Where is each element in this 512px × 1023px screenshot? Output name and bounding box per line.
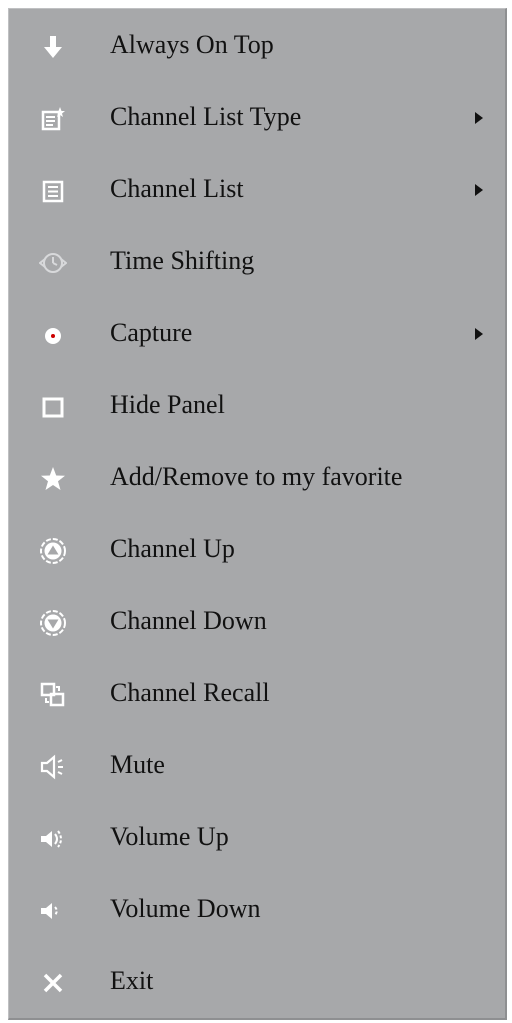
- close-icon: [39, 969, 67, 997]
- menu-item-channel-up[interactable]: Channel Up: [9, 513, 505, 585]
- menu-item-channel-recall[interactable]: Channel Recall: [9, 657, 505, 729]
- menu-item-label: Capture: [110, 318, 193, 347]
- recall-icon: [39, 681, 67, 709]
- list-type-icon: [39, 105, 67, 133]
- context-menu: Always On Top Channel List Type Channel …: [8, 8, 507, 1020]
- menu-item-label: Time Shifting: [110, 246, 255, 275]
- menu-item-volume-up[interactable]: Volume Up: [9, 801, 505, 873]
- menu-item-label: Exit: [110, 966, 154, 995]
- submenu-arrow-icon: [475, 184, 483, 196]
- list-icon: [39, 177, 67, 205]
- up-circle-icon: [39, 537, 67, 565]
- menu-item-channel-list[interactable]: Channel List: [9, 153, 505, 225]
- volume-up-icon: [39, 825, 67, 853]
- submenu-arrow-icon: [475, 112, 483, 124]
- panel-icon: [39, 393, 67, 421]
- menu-item-label: Volume Up: [110, 822, 229, 851]
- menu-item-label: Always On Top: [110, 30, 274, 59]
- menu-item-exit[interactable]: Exit: [9, 945, 505, 1017]
- time-shift-icon: [39, 249, 67, 277]
- star-icon: [39, 465, 67, 493]
- menu-item-channel-down[interactable]: Channel Down: [9, 585, 505, 657]
- menu-item-favorite[interactable]: Add/Remove to my favorite: [9, 441, 505, 513]
- menu-item-volume-down[interactable]: Volume Down: [9, 873, 505, 945]
- menu-item-always-on-top[interactable]: Always On Top: [9, 9, 505, 81]
- menu-item-label: Channel List: [110, 174, 244, 203]
- menu-item-label: Mute: [110, 750, 165, 779]
- menu-item-label: Channel Up: [110, 534, 235, 563]
- menu-item-label: Hide Panel: [110, 390, 225, 419]
- menu-item-label: Channel Down: [110, 606, 267, 635]
- menu-item-mute[interactable]: Mute: [9, 729, 505, 801]
- down-circle-icon: [39, 609, 67, 637]
- menu-item-label: Channel List Type: [110, 102, 302, 131]
- menu-item-label: Channel Recall: [110, 678, 270, 707]
- down-arrow-icon: [39, 33, 67, 61]
- menu-item-label: Add/Remove to my favorite: [110, 462, 403, 491]
- submenu-arrow-icon: [475, 328, 483, 340]
- mute-speaker-icon: [39, 753, 67, 781]
- record-icon: [39, 321, 67, 349]
- volume-down-icon: [39, 897, 67, 925]
- menu-item-channel-list-type[interactable]: Channel List Type: [9, 81, 505, 153]
- menu-item-time-shifting[interactable]: Time Shifting: [9, 225, 505, 297]
- menu-item-capture[interactable]: Capture: [9, 297, 505, 369]
- menu-item-hide-panel[interactable]: Hide Panel: [9, 369, 505, 441]
- menu-item-label: Volume Down: [110, 894, 261, 923]
